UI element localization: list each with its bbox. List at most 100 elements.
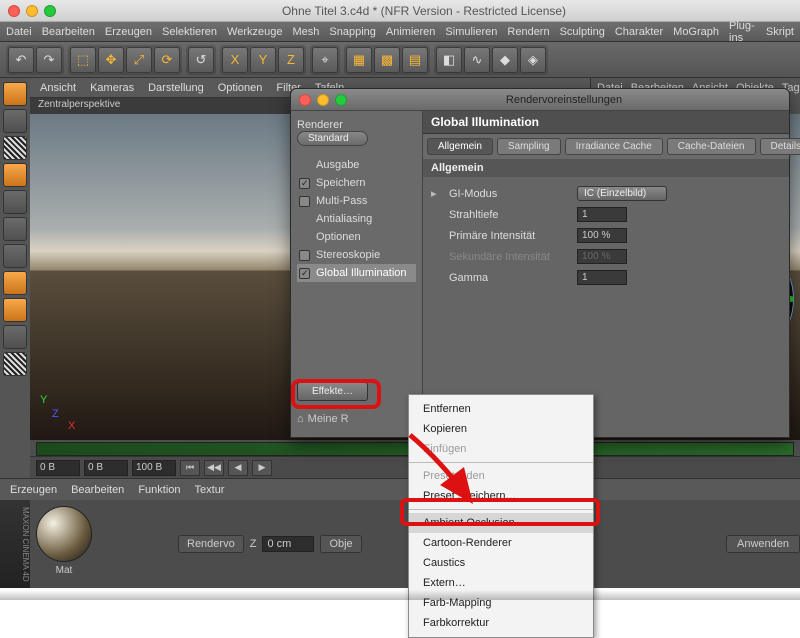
render-option-antialiasing[interactable]: Antialiasing bbox=[297, 210, 416, 228]
uv-mode-icon[interactable] bbox=[3, 352, 27, 376]
play-icon[interactable]: ▶ bbox=[252, 460, 272, 476]
menu-item-preset-speichern-[interactable]: Preset speichern… bbox=[409, 486, 593, 506]
effects-button[interactable]: Effekte… bbox=[297, 382, 368, 401]
menu-erzeugen[interactable]: Erzeugen bbox=[105, 26, 152, 38]
material-name[interactable]: Mat bbox=[36, 565, 92, 576]
go-start-icon[interactable]: ⏮ bbox=[180, 460, 200, 476]
render-option-global-illumination[interactable]: Global Illumination bbox=[297, 264, 416, 282]
mat-menu-funktion[interactable]: Funktion bbox=[138, 484, 180, 496]
menu-mesh[interactable]: Mesh bbox=[292, 26, 319, 38]
frame-start-field[interactable] bbox=[36, 460, 80, 476]
close-icon[interactable] bbox=[8, 5, 20, 17]
poly-mode-icon[interactable] bbox=[3, 244, 27, 268]
texture-mode-icon[interactable] bbox=[3, 136, 27, 160]
vm-optionen[interactable]: Optionen bbox=[218, 82, 263, 94]
tab-irradiance[interactable]: Irradiance Cache bbox=[565, 138, 663, 155]
redo-icon[interactable]: ↷ bbox=[36, 47, 62, 73]
frame-end-field[interactable] bbox=[132, 460, 176, 476]
coord-z-field[interactable] bbox=[262, 536, 314, 552]
gi-modus-select[interactable]: IC (Einzelbild) bbox=[577, 186, 667, 201]
render-settings-link[interactable]: Rendervo bbox=[178, 535, 244, 553]
menu-charakter[interactable]: Charakter bbox=[615, 26, 663, 38]
vm-ansicht[interactable]: Ansicht bbox=[40, 82, 76, 94]
mat-menu-bearbeiten[interactable]: Bearbeiten bbox=[71, 484, 124, 496]
renderer-select[interactable]: Standard bbox=[297, 131, 368, 146]
edge-mode-icon[interactable] bbox=[3, 217, 27, 241]
frame-current-field[interactable] bbox=[84, 460, 128, 476]
expand-icon[interactable]: ▸ bbox=[431, 187, 441, 200]
menu-selektieren[interactable]: Selektieren bbox=[162, 26, 217, 38]
axis-x-button[interactable]: X bbox=[222, 47, 248, 73]
snap-toggle-icon[interactable] bbox=[3, 298, 27, 322]
menu-simulieren[interactable]: Simulieren bbox=[445, 26, 497, 38]
apply-button[interactable]: Anwenden bbox=[726, 535, 800, 553]
dialog-titlebar[interactable]: Rendervoreinstellungen bbox=[291, 89, 789, 111]
model-mode-icon[interactable] bbox=[3, 109, 27, 133]
soft-select-icon[interactable] bbox=[3, 325, 27, 349]
tab-sampling[interactable]: Sampling bbox=[497, 138, 561, 155]
generator-icon[interactable]: ◆ bbox=[492, 47, 518, 73]
tab-details[interactable]: Details bbox=[760, 138, 800, 155]
select-tool-icon[interactable]: ⬚ bbox=[70, 47, 96, 73]
menu-animieren[interactable]: Animieren bbox=[386, 26, 436, 38]
strahltiefe-field[interactable] bbox=[577, 207, 627, 222]
render-option-multi-pass[interactable]: Multi-Pass bbox=[297, 192, 416, 210]
menu-item-farbkorrektur[interactable]: Farbkorrektur bbox=[409, 613, 593, 633]
render-settings-icon[interactable]: ▤ bbox=[402, 47, 428, 73]
menu-datei[interactable]: Datei bbox=[6, 26, 32, 38]
menu-item-entfernen[interactable]: Entfernen bbox=[409, 399, 593, 419]
scale-tool-icon[interactable]: ⤢ bbox=[126, 47, 152, 73]
checkbox-icon[interactable] bbox=[299, 250, 310, 261]
mat-menu-textur[interactable]: Textur bbox=[195, 484, 225, 496]
axis-z-button[interactable]: Z bbox=[278, 47, 304, 73]
menu-item-ambient-occlusion[interactable]: Ambient Occlusion bbox=[409, 513, 593, 533]
rotate-tool-icon[interactable]: ⟳ bbox=[154, 47, 180, 73]
make-editable-icon[interactable] bbox=[3, 82, 27, 106]
mat-menu-erzeugen[interactable]: Erzeugen bbox=[10, 484, 57, 496]
render-option-optionen[interactable]: Optionen bbox=[297, 228, 416, 246]
coord-mode-icon[interactable]: ⌖ bbox=[312, 47, 338, 73]
render-option-stereoskopie[interactable]: Stereoskopie bbox=[297, 246, 416, 264]
menu-bearbeiten[interactable]: Bearbeiten bbox=[42, 26, 95, 38]
workplane-icon[interactable] bbox=[3, 163, 27, 187]
axis-mode-icon[interactable] bbox=[3, 271, 27, 295]
menu-sculpting[interactable]: Sculpting bbox=[560, 26, 605, 38]
dialog-zoom-icon[interactable] bbox=[335, 94, 347, 106]
vm-darstellung[interactable]: Darstellung bbox=[148, 82, 204, 94]
deformer-icon[interactable]: ◈ bbox=[520, 47, 546, 73]
my-render-presets[interactable]: ⌂ Meine R bbox=[297, 413, 349, 425]
menu-werkzeuge[interactable]: Werkzeuge bbox=[227, 26, 282, 38]
tab-cache[interactable]: Cache-Dateien bbox=[667, 138, 756, 155]
move-tool-icon[interactable]: ✥ bbox=[98, 47, 124, 73]
undo-icon[interactable]: ↶ bbox=[8, 47, 34, 73]
cube-primitive-icon[interactable]: ◧ bbox=[436, 47, 462, 73]
checkbox-icon[interactable] bbox=[299, 196, 310, 207]
checkbox-icon[interactable] bbox=[299, 268, 310, 279]
menu-item-kopieren[interactable]: Kopieren bbox=[409, 419, 593, 439]
primaere-intensitaet-field[interactable] bbox=[577, 228, 627, 243]
menu-plugins[interactable]: Plug-ins bbox=[729, 20, 756, 44]
material-preview[interactable]: Mat bbox=[36, 506, 92, 582]
menu-mograph[interactable]: MoGraph bbox=[673, 26, 719, 38]
dialog-min-icon[interactable] bbox=[317, 94, 329, 106]
render-pv-icon[interactable]: ▩ bbox=[374, 47, 400, 73]
tab-allgemein[interactable]: Allgemein bbox=[427, 138, 493, 155]
spline-primitive-icon[interactable]: ∿ bbox=[464, 47, 490, 73]
menu-snapping[interactable]: Snapping bbox=[329, 26, 376, 38]
prev-frame-icon[interactable]: ◀ bbox=[228, 460, 248, 476]
menu-skript[interactable]: Skript bbox=[766, 26, 794, 38]
gamma-field[interactable] bbox=[577, 270, 627, 285]
menu-item-caustics[interactable]: Caustics bbox=[409, 553, 593, 573]
vm-kameras[interactable]: Kameras bbox=[90, 82, 134, 94]
menu-item-cartoon-renderer[interactable]: Cartoon-Renderer bbox=[409, 533, 593, 553]
render-option-speichern[interactable]: Speichern bbox=[297, 174, 416, 192]
render-option-ausgabe[interactable]: Ausgabe bbox=[297, 156, 416, 174]
prev-key-icon[interactable]: ◀◀ bbox=[204, 460, 224, 476]
axis-y-button[interactable]: Y bbox=[250, 47, 276, 73]
object-mode-button[interactable]: Obje bbox=[320, 535, 361, 553]
render-view-icon[interactable]: ▦ bbox=[346, 47, 372, 73]
dialog-close-icon[interactable] bbox=[299, 94, 311, 106]
menu-rendern[interactable]: Rendern bbox=[507, 26, 549, 38]
minimize-icon[interactable] bbox=[26, 5, 38, 17]
history-icon[interactable]: ↺ bbox=[188, 47, 214, 73]
